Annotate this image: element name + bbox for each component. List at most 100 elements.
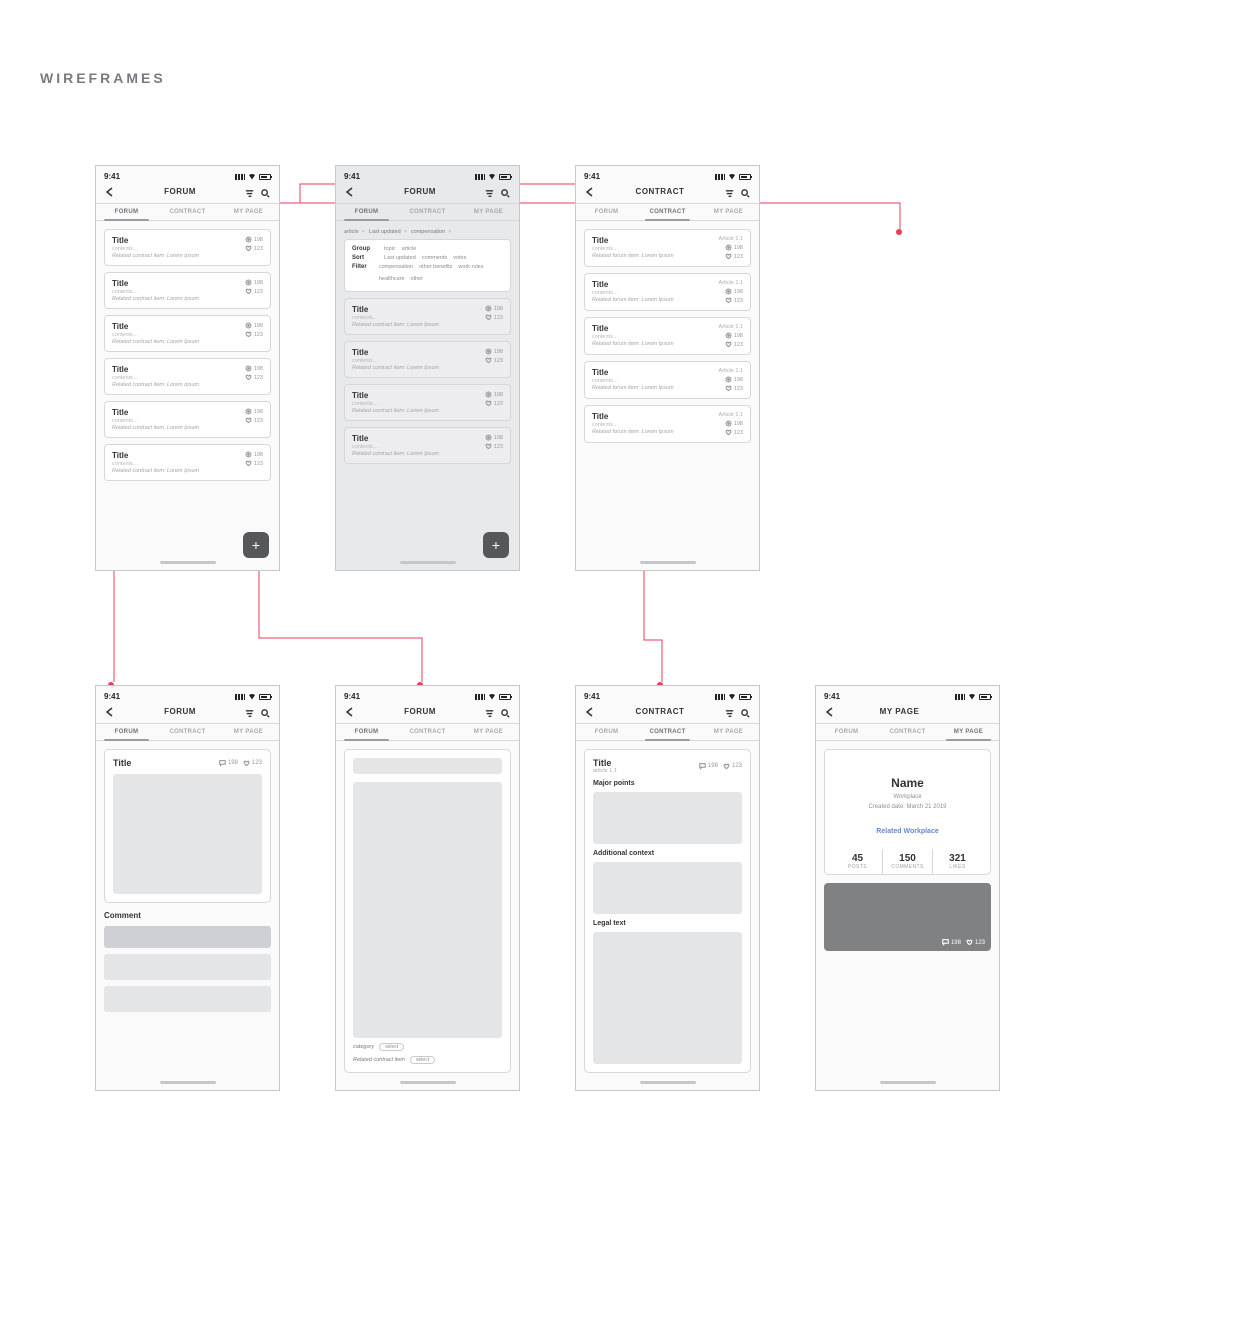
tab-contract[interactable]: CONTRACT [397,204,458,220]
filter-icon[interactable] [484,186,495,197]
tab-forum[interactable]: FORUM [96,724,157,740]
view-icon [485,305,492,312]
chip-remove-icon[interactable]: × [362,229,365,235]
back-icon[interactable] [344,185,356,197]
list-card[interactable]: Title contents… Related contract item: L… [104,315,271,352]
tab-mypage[interactable]: MY PAGE [698,724,759,740]
tab-mypage[interactable]: MY PAGE [218,204,279,220]
back-icon[interactable] [104,185,116,197]
body-input[interactable] [353,782,502,1038]
tab-mypage[interactable]: MY PAGE [698,204,759,220]
add-button[interactable]: + [483,532,509,558]
title-input[interactable] [353,758,502,774]
list-card[interactable]: Title contents… Related contract item: L… [104,401,271,438]
filter-chip[interactable]: Last updated × [369,229,407,235]
filter-option[interactable]: comments [422,255,447,261]
status-bar: 9:41 [336,686,519,703]
tab-forum[interactable]: FORUM [816,724,877,740]
back-icon[interactable] [584,705,596,717]
tabs: FORUM CONTRACT MY PAGE [816,723,999,741]
tab-forum[interactable]: FORUM [96,204,157,220]
list-card[interactable]: Title contents… Related contract item: L… [344,298,511,335]
chip-remove-icon[interactable]: × [448,229,451,235]
battery-icon [499,174,511,180]
list-card[interactable]: Title contents… Related contract item: L… [344,384,511,421]
related-workplace-link[interactable]: Related Workplace [833,828,982,835]
card-title: Title [112,408,241,417]
tab-forum[interactable]: FORUM [336,204,397,220]
search-icon[interactable] [500,706,511,717]
legal-label: Legal text [593,920,742,927]
card-title: Title [352,305,481,314]
list-card[interactable]: Title contents… Related contract item: L… [344,427,511,464]
comment-input[interactable] [104,926,271,948]
filter-option[interactable]: other benefits [419,264,452,270]
list-card[interactable]: Title contents… Related contract item: L… [104,444,271,481]
comment-icon [942,939,949,946]
category-select[interactable]: select [379,1043,404,1051]
tab-forum[interactable]: FORUM [336,724,397,740]
filter-option[interactable]: Last updated [384,255,416,261]
filter-option[interactable]: compensation [379,264,413,270]
comment-icon [699,763,706,770]
list-card[interactable]: Title contents… Related forum item: Lore… [584,273,751,311]
tab-contract[interactable]: CONTRACT [877,724,938,740]
list-card[interactable]: Title contents… Related forum item: Lore… [584,361,751,399]
back-icon[interactable] [104,705,116,717]
flow-endpoint [896,229,902,235]
search-icon[interactable] [260,186,271,197]
card-title: Title [352,348,481,357]
home-indicator [880,1081,936,1084]
tab-contract[interactable]: CONTRACT [157,724,218,740]
recent-post-block[interactable]: 198 123 [824,883,991,951]
list-card[interactable]: Title contents… Related forum item: Lore… [584,405,751,443]
tab-contract[interactable]: CONTRACT [637,204,698,220]
tab-mypage[interactable]: MY PAGE [458,204,519,220]
view-icon [725,376,732,383]
search-icon[interactable] [260,706,271,717]
list-card[interactable]: Title contents… Related contract item: L… [344,341,511,378]
screen-contract-detail: 9:41 CONTRACT FORUM CONTRACT MY PAGE Tit… [575,685,760,1091]
add-button[interactable]: + [243,532,269,558]
list-card[interactable]: Title contents… Related forum item: Lore… [584,229,751,267]
heart-icon [485,400,492,407]
tab-contract[interactable]: CONTRACT [397,724,458,740]
filter-option[interactable]: article [402,246,417,252]
filter-icon[interactable] [244,706,255,717]
filter-option[interactable]: healthcare [379,276,405,282]
filter-option[interactable]: topic [384,246,396,252]
filter-chip[interactable]: compensation × [411,229,451,235]
back-icon[interactable] [824,705,836,717]
tab-forum[interactable]: FORUM [576,204,637,220]
filter-icon[interactable] [244,186,255,197]
filter-chip[interactable]: article × [344,229,365,235]
status-bar: 9:41 [336,166,519,183]
tab-contract[interactable]: CONTRACT [637,724,698,740]
search-icon[interactable] [740,186,751,197]
search-icon[interactable] [740,706,751,717]
tab-mypage[interactable]: MY PAGE [458,724,519,740]
list-card[interactable]: Title contents… Related contract item: L… [104,358,271,395]
back-icon[interactable] [344,705,356,717]
tab-mypage[interactable]: MY PAGE [218,724,279,740]
search-icon[interactable] [500,186,511,197]
filter-option[interactable]: other [411,276,424,282]
related-select[interactable]: select [410,1056,435,1064]
filter-option[interactable]: work rules [458,264,483,270]
list-card[interactable]: Title contents… Related contract item: L… [104,229,271,266]
filter-icon[interactable] [724,186,735,197]
list-card[interactable]: Title contents… Related forum item: Lore… [584,317,751,355]
card-related: Related contract item: Lorem Ipsum [112,296,241,302]
tab-mypage[interactable]: MY PAGE [938,724,999,740]
tab-forum[interactable]: FORUM [576,724,637,740]
card-title: Title [592,236,715,245]
back-icon[interactable] [584,185,596,197]
chip-remove-icon[interactable]: × [404,229,407,235]
filter-icon[interactable] [484,706,495,717]
filter-icon[interactable] [724,706,735,717]
post-card[interactable]: Title 198 123 [104,749,271,903]
tab-contract[interactable]: CONTRACT [157,204,218,220]
filter-option[interactable]: votes [453,255,466,261]
card-related: Related contract item: Lorem Ipsum [352,408,481,414]
list-card[interactable]: Title contents… Related contract item: L… [104,272,271,309]
